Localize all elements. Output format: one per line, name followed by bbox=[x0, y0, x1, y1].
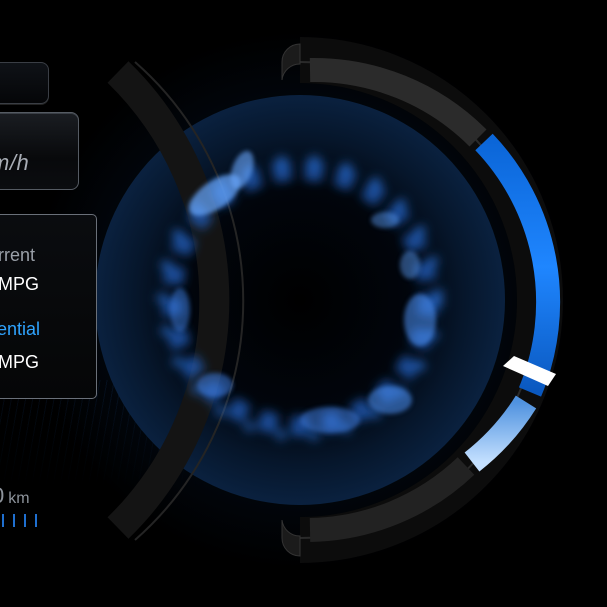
speed-unit-text: m/h bbox=[0, 150, 30, 175]
odometer-unit: km bbox=[8, 490, 30, 507]
tick-mark bbox=[13, 514, 15, 527]
top-info-panel bbox=[0, 62, 49, 104]
odometer-value: 0 bbox=[0, 483, 4, 508]
tick-mark bbox=[35, 514, 37, 527]
dashboard-cluster: m/h rrent MPG tential MPG 0km bbox=[0, 0, 607, 607]
tick-mark bbox=[2, 514, 4, 527]
potential-mpg-value: MPG bbox=[0, 352, 40, 372]
current-mpg-label: rrent bbox=[0, 245, 36, 265]
bezel-top-cap bbox=[281, 43, 301, 81]
odometer-ticks bbox=[2, 514, 37, 527]
potential-mpg-label: tential bbox=[0, 319, 41, 339]
current-mpg-value: MPG bbox=[0, 274, 40, 294]
gauge-inner-disc bbox=[95, 95, 505, 505]
tick-mark bbox=[24, 514, 26, 527]
bezel-bottom-cap bbox=[281, 519, 301, 557]
odometer-readout: 0km bbox=[0, 483, 30, 509]
